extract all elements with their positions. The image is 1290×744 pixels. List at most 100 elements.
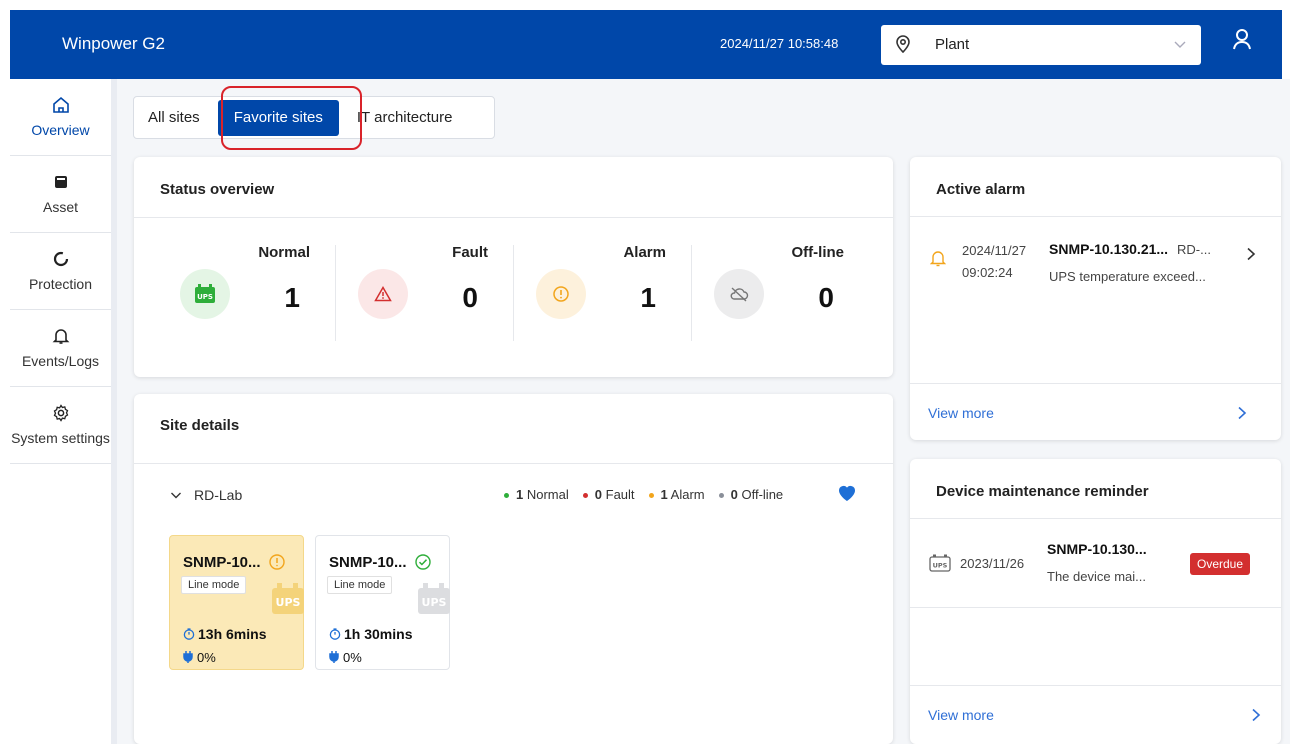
device-runtime: 1h 30mins (329, 626, 412, 642)
plug-icon (183, 651, 193, 663)
card-title: Status overview (160, 181, 275, 198)
site-select[interactable]: Plant (881, 25, 1201, 65)
site-group-header[interactable]: RD-Lab (170, 487, 242, 503)
gear-icon (53, 404, 68, 422)
stat-value: 0 (462, 282, 478, 313)
sidebar-item-overview[interactable]: Overview (10, 79, 111, 156)
alarm-list-item[interactable]: 2024/11/27 09:02:24 SNMP-10.130.21... RD… (930, 239, 1270, 299)
svg-text:UPS: UPS (276, 596, 301, 609)
ups-icon: UPS (929, 554, 951, 572)
divider (910, 216, 1281, 217)
card-title: Active alarm (936, 181, 1026, 198)
chevron-down-icon (171, 492, 181, 499)
app-title: Winpower G2 (62, 34, 165, 53)
stat-icon-bg (358, 269, 408, 319)
status-badge: Overdue (1190, 553, 1251, 575)
asset-icon (54, 176, 67, 188)
stat-label: Alarm (623, 244, 666, 261)
top-bar: Winpower G2 2024/11/27 10:58:48 Plant (10, 10, 1282, 79)
device-card[interactable]: SNMP-10... Line mode UPS 1h 30mins 0% (315, 535, 450, 670)
view-more-link[interactable]: View more (928, 405, 994, 421)
legend-normal: 1 Normal (504, 487, 569, 502)
stat-icon-bg (536, 269, 586, 319)
sidebar-item-protection[interactable]: Protection (10, 233, 111, 310)
bell-icon (52, 329, 69, 344)
device-mode: Line mode (327, 576, 393, 594)
divider (910, 685, 1281, 686)
chevron-right-icon[interactable] (1237, 406, 1247, 420)
sidebar-item-asset[interactable]: Asset (10, 156, 111, 233)
device-load: 0% (329, 650, 362, 665)
maintenance-reminder-card: Device maintenance reminder UPS 2023/11/… (910, 459, 1281, 744)
stat-value: 0 (818, 282, 834, 313)
current-datetime: 2024/11/27 10:58:48 (720, 36, 839, 51)
maintenance-date: 2023/11/26 (960, 556, 1025, 571)
divider (910, 383, 1281, 384)
plug-icon (329, 651, 339, 663)
bell-icon (930, 251, 946, 267)
divider (134, 217, 893, 218)
device-runtime: 13h 6mins (183, 626, 266, 642)
stat-fault[interactable]: Fault 0 (330, 244, 508, 339)
tab-favorite-sites[interactable]: Favorite sites (217, 99, 339, 136)
chevron-down-icon (1174, 41, 1186, 48)
alarm-status-icon (269, 554, 285, 570)
legend-fault: 0 Fault (582, 487, 635, 502)
divider (134, 463, 893, 464)
ups-icon: UPS (272, 583, 304, 614)
alarm-site: RD-... (1177, 242, 1211, 257)
tab-it-architecture[interactable]: IT architecture (343, 97, 467, 138)
sidebar-item-label: Protection (28, 276, 93, 292)
favorite-heart-icon[interactable] (837, 484, 857, 502)
stat-offline[interactable]: Off-line 0 (686, 244, 864, 339)
ups-icon: UPS (418, 583, 450, 614)
device-card[interactable]: SNMP-10... Line mode UPS 13h 6mins 0% (169, 535, 304, 670)
legend-alarm: 1 Alarm (648, 487, 705, 502)
sidebar-item-label: Events/Logs (21, 353, 100, 369)
svg-text:UPS: UPS (422, 596, 447, 609)
timer-icon (183, 628, 195, 640)
view-more-link[interactable]: View more (928, 707, 994, 723)
location-pin-icon (896, 35, 910, 53)
legend-offline: 0 Off-line (718, 487, 783, 502)
stat-icon-bg: UPS (180, 269, 230, 319)
sidebar-item-label: Overview (31, 122, 90, 138)
alarm-device: SNMP-10.130.21... (1049, 241, 1169, 257)
warning-triangle-icon (374, 286, 392, 302)
stat-alarm[interactable]: Alarm 1 (508, 244, 686, 339)
cloud-offline-icon (730, 287, 749, 302)
home-icon (52, 96, 69, 113)
status-overview-card: Status overview UPS Normal 1 Fault 0 Ala… (134, 157, 893, 377)
stat-label: Fault (452, 244, 488, 261)
maintenance-message: The device mai... (1047, 569, 1146, 584)
chevron-right-icon (1247, 247, 1256, 261)
user-icon[interactable] (1232, 28, 1252, 50)
site-tabs: All sites Favorite sites IT architecture (133, 96, 495, 139)
stat-label: Normal (258, 244, 310, 261)
card-title: Site details (160, 417, 240, 434)
protection-icon (53, 251, 68, 267)
divider (910, 607, 1281, 608)
device-name: SNMP-10... (329, 554, 407, 571)
svg-text:UPS: UPS (933, 562, 948, 570)
site-select-value: Plant (935, 36, 970, 53)
stat-label: Off-line (791, 244, 845, 261)
ups-icon: UPS (195, 284, 215, 303)
sidebar-item-label: Asset (42, 199, 78, 215)
main-content: All sites Favorite sites IT architecture… (117, 79, 1290, 744)
chevron-right-icon[interactable] (1251, 708, 1261, 722)
tab-all-sites[interactable]: All sites (134, 97, 214, 138)
stat-icon-bg (714, 269, 764, 319)
device-load: 0% (183, 650, 216, 665)
stat-value: 1 (640, 282, 656, 313)
svg-text:UPS: UPS (197, 293, 213, 301)
stat-normal[interactable]: UPS Normal 1 (152, 244, 330, 339)
alarm-message: UPS temperature exceed... (1049, 269, 1206, 284)
check-circle-icon (415, 554, 431, 570)
status-legend: 1 Normal 0 Fault 1 Alarm 0 Off-line (504, 487, 783, 502)
alarm-time: 09:02:24 (962, 265, 1013, 280)
sidebar-item-events-logs[interactable]: Events/Logs (10, 310, 111, 387)
site-group-name: RD-Lab (194, 487, 243, 503)
sidebar-item-system-settings[interactable]: System settings (10, 387, 111, 464)
site-details-card: Site details RD-Lab 1 Normal 0 Fault 1 A… (134, 394, 893, 744)
